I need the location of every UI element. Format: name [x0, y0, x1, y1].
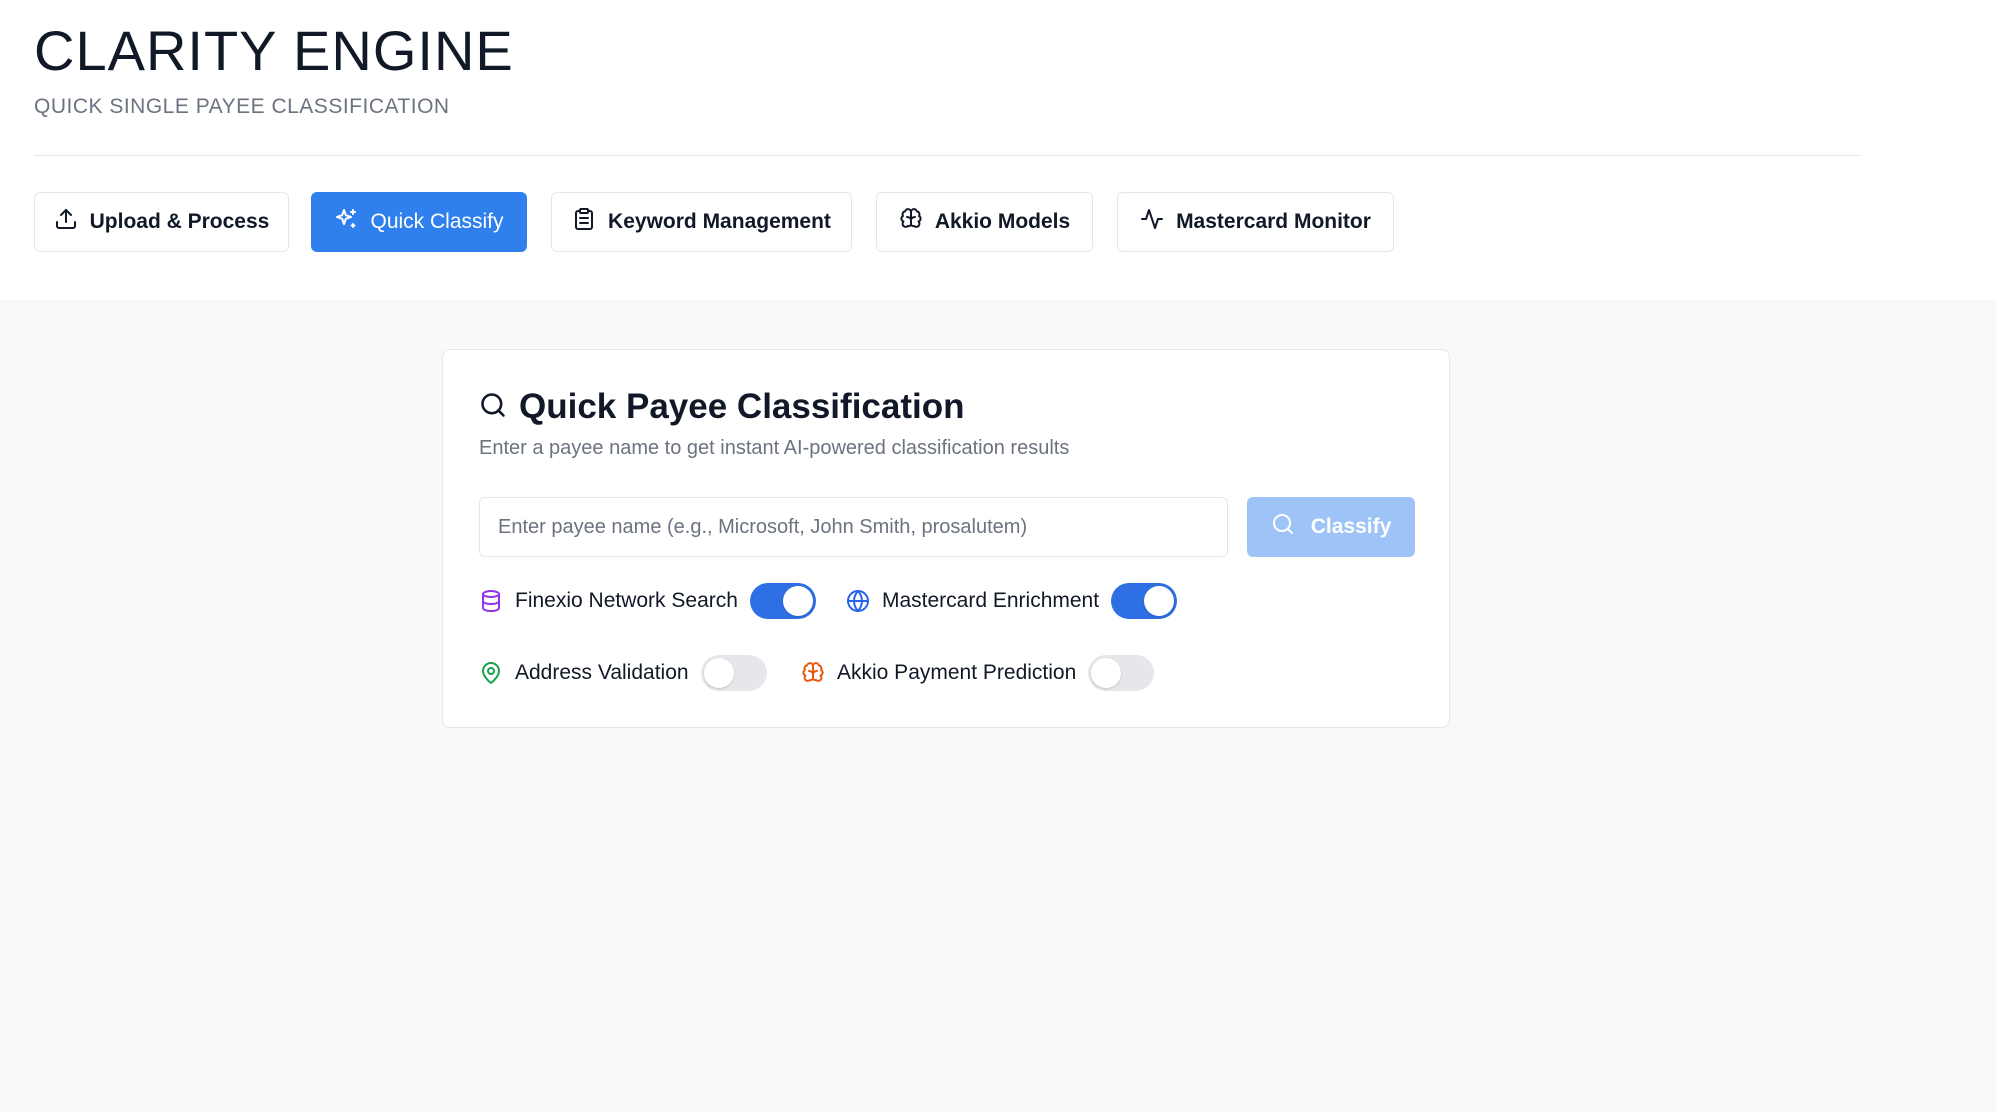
tab-upload-process[interactable]: Upload & Process	[34, 192, 289, 252]
database-icon	[479, 589, 503, 613]
brain-icon	[899, 207, 923, 237]
card-header: Quick Payee Classification	[479, 386, 964, 428]
toggle-knob	[703, 658, 734, 688]
tab-keyword-management[interactable]: Keyword Management	[551, 192, 852, 252]
option-label: Address Validation	[515, 661, 689, 684]
clipboard-icon	[572, 207, 596, 237]
option-label: Mastercard Enrichment	[882, 589, 1100, 612]
tab-quick-classify[interactable]: Quick Classify	[311, 192, 527, 252]
app-subtitle: QUICK SINGLE PAYEE CLASSIFICATION	[34, 95, 450, 118]
activity-icon	[1140, 207, 1164, 237]
map-pin-icon	[479, 661, 503, 685]
classify-label: Classify	[1310, 515, 1392, 538]
tab-akkio-models[interactable]: Akkio Models	[876, 192, 1093, 252]
header-divider	[34, 155, 1860, 156]
akkio-payment-prediction-toggle[interactable]	[1088, 655, 1155, 691]
app-header: CLARITY ENGINE QUICK SINGLE PAYEE CLASSI…	[0, 0, 1996, 300]
brain-icon	[801, 661, 825, 685]
sparkles-icon	[334, 207, 358, 237]
option-mastercard-enrichment: Mastercard Enrichment	[846, 583, 1178, 619]
globe-icon	[846, 589, 870, 613]
mastercard-enrichment-toggle[interactable]	[1111, 583, 1178, 619]
option-label: Akkio Payment Prediction	[837, 661, 1077, 684]
search-icon	[1271, 512, 1295, 542]
app-title: CLARITY ENGINE	[34, 19, 514, 82]
address-validation-toggle[interactable]	[700, 655, 767, 691]
option-akkio-payment-prediction: Akkio Payment Prediction	[801, 655, 1155, 691]
tab-label: Upload & Process	[89, 210, 270, 233]
upload-icon	[54, 207, 78, 237]
classify-button[interactable]: Classify	[1247, 497, 1415, 557]
payee-name-input[interactable]	[479, 497, 1228, 557]
tab-label: Akkio Models	[934, 210, 1071, 233]
option-finexio-network-search: Finexio Network Search	[479, 583, 816, 619]
option-address-validation: Address Validation	[479, 655, 767, 691]
finexio-network-search-toggle[interactable]	[749, 583, 816, 619]
tab-label: Keyword Management	[608, 210, 831, 233]
toggle-knob	[782, 586, 813, 616]
quick-classification-card: Quick Payee Classification Enter a payee…	[442, 349, 1450, 728]
toggle-knob	[1144, 586, 1175, 616]
tab-label: Mastercard Monitor	[1176, 210, 1371, 233]
tab-label: Quick Classify	[370, 210, 504, 233]
tab-mastercard-monitor[interactable]: Mastercard Monitor	[1117, 192, 1394, 252]
card-description: Enter a payee name to get instant AI-pow…	[479, 437, 1070, 459]
toggle-knob	[1091, 658, 1122, 688]
option-label: Finexio Network Search	[515, 589, 738, 612]
card-title: Quick Payee Classification	[519, 387, 965, 426]
search-icon	[479, 391, 507, 424]
